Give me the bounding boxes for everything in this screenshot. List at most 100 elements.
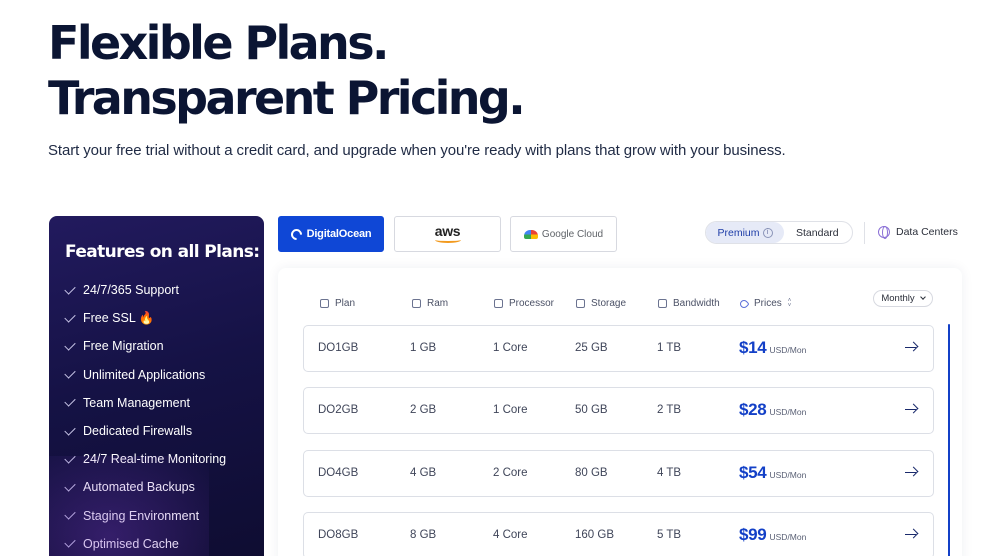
price-unit: USD/Mon (769, 470, 807, 480)
check-icon (64, 395, 76, 408)
cell-storage: 50 GB (575, 404, 608, 416)
feature-item: Free SSL 🔥 (64, 304, 226, 332)
scrollbar[interactable] (948, 324, 950, 556)
price-unit: USD/Mon (769, 345, 807, 355)
check-icon (64, 480, 76, 492)
check-icon (64, 367, 76, 379)
feature-item: Automated Backups (64, 473, 226, 501)
billing-period-select[interactable]: Monthly (873, 290, 933, 307)
header-bandwidth: Bandwidth (658, 298, 720, 309)
table-row[interactable]: DO8GB 8 GB 4 Core 160 GB 5 TB $99 USD/Mon (303, 512, 934, 556)
check-icon (64, 536, 76, 548)
provider-label: DigitalOcean (306, 228, 372, 240)
price-tag-icon (738, 297, 750, 310)
hero-title: Flexible Plans. Transparent Pricing. (48, 16, 526, 126)
price-amount: $54 (739, 463, 767, 482)
price-unit: USD/Mon (769, 407, 807, 417)
table-header: Plan Ram Processor Storage Bandwidth Pri… (278, 298, 962, 312)
check-icon (64, 452, 76, 464)
feature-item: Free Migration (64, 332, 226, 360)
sort-icon[interactable]: ˄ ˅ (787, 298, 792, 309)
pricing-table: Plan Ram Processor Storage Bandwidth Pri… (278, 268, 962, 556)
google-cloud-icon (523, 229, 538, 239)
data-centers-label: Data Centers (896, 226, 958, 238)
header-ram: Ram (412, 298, 448, 309)
feature-label: Automated Backups (83, 480, 195, 495)
billing-period-value: Monthly (881, 293, 915, 304)
tier-premium-button[interactable]: Premium i (706, 222, 784, 243)
cell-ram: 8 GB (410, 529, 437, 541)
cell-bandwidth: 5 TB (657, 529, 682, 541)
cell-bandwidth: 4 TB (657, 467, 682, 479)
feature-label: 24/7/365 Support (83, 283, 179, 298)
feature-label: Free SSL 🔥 (83, 310, 155, 325)
cell-plan: DO2GB (318, 404, 359, 416)
storage-icon (576, 299, 585, 308)
cell-bandwidth: 1 TB (657, 342, 682, 354)
cell-price: $14 USD/Mon (739, 338, 806, 358)
cell-plan: DO4GB (318, 467, 359, 479)
data-centers-link[interactable]: Data Centers (878, 226, 958, 239)
header-processor: Processor (494, 298, 554, 309)
header-plan: Plan (320, 298, 355, 309)
table-row[interactable]: DO1GB 1 GB 1 Core 25 GB 1 TB $14 USD/Mon (303, 325, 934, 372)
header-prices[interactable]: Prices ˄ ˅ (738, 297, 792, 310)
check-icon (64, 282, 76, 295)
feature-item: 24/7/365 Support (64, 276, 226, 304)
cell-storage: 160 GB (575, 529, 614, 541)
digitalocean-icon (288, 226, 304, 242)
plan-icon (320, 299, 329, 308)
feature-item: Unlimited Applications (64, 361, 226, 389)
hero-subtitle: Start your free trial without a credit c… (48, 142, 786, 159)
header-label: Plan (335, 298, 356, 309)
globe-icon (878, 226, 890, 239)
header-label: Prices (754, 298, 782, 309)
arrow-right-icon[interactable] (904, 465, 918, 479)
provider-label: Google Cloud (541, 228, 604, 240)
arrow-right-icon[interactable] (904, 340, 918, 354)
features-card: Features on all Plans: 24/7/365 Support … (49, 216, 264, 556)
feature-item: 24/7 Real-time Monitoring (64, 445, 226, 473)
cell-plan: DO8GB (318, 529, 359, 541)
feature-label: Staging Environment (83, 508, 200, 523)
feature-label: Optimised Cache (83, 536, 179, 551)
header-label: Processor (509, 298, 555, 309)
processor-icon (494, 299, 503, 308)
aws-logo-icon: aws (434, 224, 461, 243)
divider (864, 222, 865, 244)
feature-item: Team Management (64, 389, 226, 417)
arrow-right-icon[interactable] (904, 527, 918, 541)
price-amount: $14 (739, 338, 767, 357)
cell-plan: DO1GB (318, 342, 359, 354)
tier-toggle: Premium i Standard (705, 221, 853, 244)
arrow-right-icon[interactable] (904, 402, 918, 416)
info-icon[interactable]: i (762, 227, 773, 238)
hero-title-line2: Transparent Pricing. (48, 71, 526, 125)
price-amount: $28 (739, 400, 767, 419)
provider-tab-digitalocean[interactable]: DigitalOcean (278, 216, 384, 252)
cell-processor: 1 Core (493, 404, 528, 416)
ram-icon (412, 299, 421, 308)
features-list: 24/7/365 Support Free SSL 🔥 Free Migrati… (64, 276, 226, 556)
cell-storage: 80 GB (575, 467, 608, 479)
table-row[interactable]: DO4GB 4 GB 2 Core 80 GB 4 TB $54 USD/Mon (303, 450, 934, 497)
feature-item: Staging Environment (64, 502, 226, 530)
tier-premium-label: Premium (717, 226, 760, 239)
chevron-down-icon (919, 294, 926, 300)
provider-tab-aws[interactable]: aws (394, 216, 501, 252)
aws-smile-icon (434, 237, 461, 243)
header-label: Bandwidth (673, 298, 720, 309)
provider-tab-google-cloud[interactable]: Google Cloud (510, 216, 617, 252)
cell-price: $28 USD/Mon (739, 400, 806, 420)
feature-label: Unlimited Applications (83, 367, 206, 382)
check-icon (64, 508, 76, 520)
sort-down-glyph: ˅ (787, 302, 792, 309)
cell-processor: 1 Core (493, 342, 528, 354)
table-row[interactable]: DO2GB 2 GB 1 Core 50 GB 2 TB $28 USD/Mon (303, 387, 934, 434)
tier-standard-button[interactable]: Standard (796, 227, 839, 239)
cell-ram: 4 GB (410, 467, 437, 479)
cell-price: $54 USD/Mon (739, 463, 806, 483)
feature-item: Optimised Cache (64, 530, 226, 556)
feature-label: Free Migration (83, 339, 164, 354)
feature-item: Dedicated Firewalls (64, 417, 226, 445)
